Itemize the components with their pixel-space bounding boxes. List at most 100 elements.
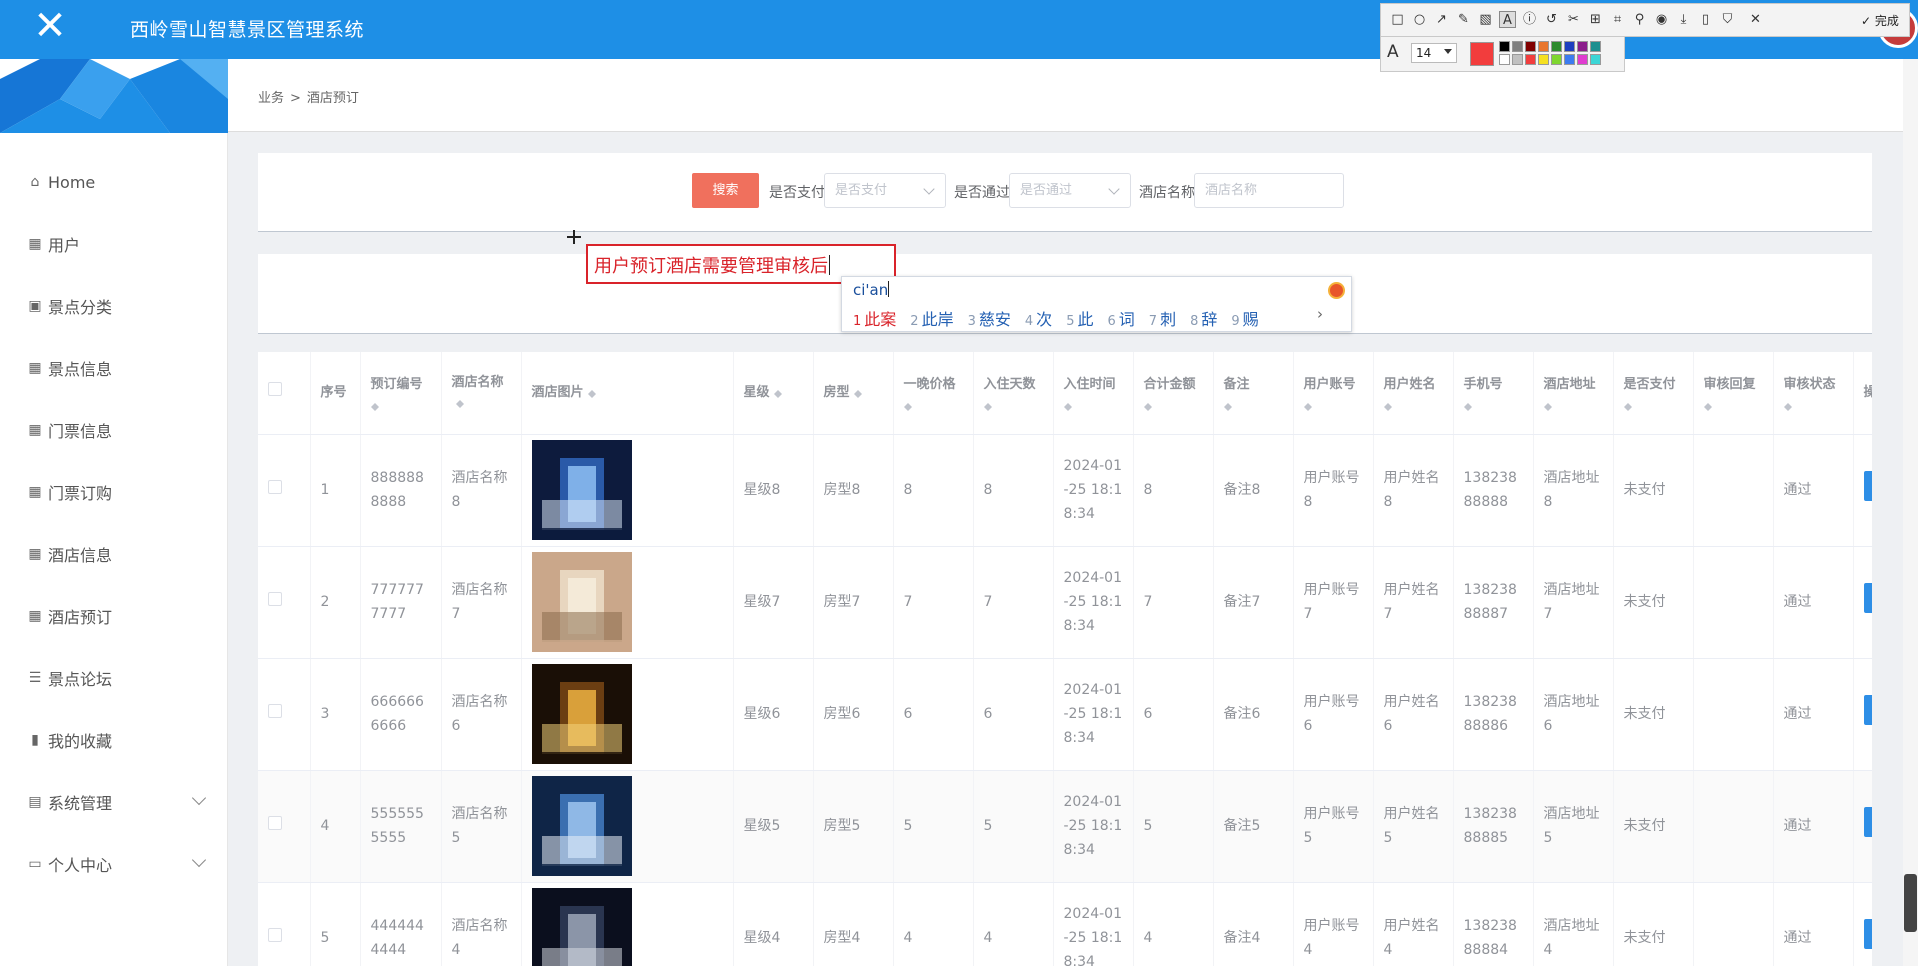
scrollbar-thumb[interactable]: [1904, 874, 1917, 932]
number-icon[interactable]: ⓘ: [1521, 11, 1538, 28]
sidebar-item[interactable]: ▭ 个人中心: [0, 833, 228, 895]
ime-candidate[interactable]: 8辞: [1190, 310, 1217, 329]
column-header[interactable]: 入住天数: [973, 352, 1054, 435]
ime-next-page-icon[interactable]: ›: [1317, 305, 1323, 323]
column-header[interactable]: 手机号: [1453, 352, 1534, 435]
download-icon[interactable]: ⤓: [1675, 11, 1692, 28]
column-header[interactable]: 一晚价格: [893, 352, 974, 435]
ime-candidate[interactable]: 2 此岸: [910, 310, 953, 329]
detail-button[interactable]: [1863, 695, 1872, 725]
sidebar-item[interactable]: ▣ 景点分类: [0, 275, 228, 337]
sidebar-item[interactable]: ▦ 酒店信息: [0, 523, 228, 585]
sort-icon[interactable]: [370, 399, 379, 411]
sidebar-item[interactable]: ▦ 景点信息: [0, 337, 228, 399]
close-icon[interactable]: ✕: [0, 0, 100, 52]
ime-candidate[interactable]: 5此: [1066, 310, 1093, 329]
sort-icon[interactable]: [1783, 399, 1792, 411]
color-swatch[interactable]: [1499, 54, 1510, 65]
column-header[interactable]: 入住时间: [1053, 352, 1134, 435]
color-swatch[interactable]: [1577, 41, 1588, 52]
column-header[interactable]: 合计金额: [1133, 352, 1214, 435]
color-swatch[interactable]: [1512, 41, 1523, 52]
sort-icon[interactable]: [773, 386, 782, 399]
ime-candidate[interactable]: 7刺: [1149, 310, 1176, 329]
row-checkbox[interactable]: [268, 816, 282, 830]
column-header[interactable]: 用户姓名: [1373, 352, 1454, 435]
table-row[interactable]: 1 8888888888 酒店名称8 星级8 房型8 8 8 2024-01-25 18:18…: [258, 434, 1872, 547]
color-swatch[interactable]: [1512, 54, 1523, 65]
ellipse-icon[interactable]: ○: [1411, 11, 1428, 28]
sort-icon[interactable]: [1303, 399, 1312, 411]
sort-icon[interactable]: [1383, 399, 1392, 411]
sort-icon[interactable]: [1063, 399, 1072, 411]
sort-icon[interactable]: [1143, 399, 1152, 411]
color-swatch[interactable]: [1551, 54, 1562, 65]
hotel-image[interactable]: [531, 440, 632, 540]
sidebar-item[interactable]: ▦ 门票订购: [0, 461, 228, 523]
color-swatch[interactable]: [1590, 41, 1601, 52]
ime-candidate[interactable]: 3 慈安: [968, 310, 1011, 329]
row-checkbox[interactable]: [268, 704, 282, 718]
mosaic-icon[interactable]: ▧: [1477, 11, 1494, 28]
hotel-name-input[interactable]: 酒店名称: [1194, 173, 1344, 208]
scissors-icon[interactable]: ✂: [1565, 11, 1582, 28]
column-header[interactable]: 酒店图片: [521, 352, 734, 435]
ime-candidate[interactable]: 4次: [1025, 310, 1052, 329]
record-icon[interactable]: ◉: [1653, 11, 1670, 28]
sidebar-item[interactable]: ▦ 用户: [0, 213, 228, 275]
sidebar-item[interactable]: ▦ 门票信息: [0, 399, 228, 461]
sort-icon[interactable]: [1463, 399, 1472, 411]
column-header[interactable]: 是否支付: [1613, 352, 1694, 435]
sort-icon[interactable]: [1223, 399, 1232, 411]
ime-candidate[interactable]: 9赐: [1231, 310, 1258, 329]
color-swatch[interactable]: [1525, 41, 1536, 52]
row-checkbox[interactable]: [268, 592, 282, 606]
table-row[interactable]: 5 4444444444 酒店名称4 星级4 房型4 4 4 2024-01-25 18:18…: [258, 882, 1872, 966]
sort-icon[interactable]: [1703, 399, 1712, 411]
search-button[interactable]: 搜索: [692, 173, 759, 208]
sort-icon[interactable]: [1543, 399, 1552, 411]
detail-button[interactable]: [1863, 807, 1872, 837]
column-header[interactable]: 用户账号: [1293, 352, 1374, 435]
current-color-swatch[interactable]: [1470, 42, 1494, 66]
arrow-icon[interactable]: ↗: [1433, 11, 1450, 28]
bookmark-icon[interactable]: ⛉: [1719, 11, 1736, 28]
sort-icon[interactable]: [853, 386, 862, 399]
sidebar-item[interactable]: ⌂ Home: [0, 151, 228, 213]
sort-icon[interactable]: [903, 399, 912, 411]
breadcrumb-parent[interactable]: 业务: [258, 91, 284, 106]
passed-filter-select[interactable]: 是否通过: [1009, 173, 1131, 208]
pin-icon[interactable]: ⚲: [1631, 11, 1648, 28]
color-swatch[interactable]: [1499, 41, 1510, 52]
sort-icon[interactable]: [1623, 399, 1632, 411]
font-size-select[interactable]: 14: [1411, 43, 1457, 63]
hotel-image[interactable]: [531, 888, 632, 966]
done-button[interactable]: ✓ 完成: [1861, 12, 1899, 29]
column-header[interactable]: 审核回复: [1693, 352, 1774, 435]
color-swatch[interactable]: [1564, 54, 1575, 65]
ocr-icon[interactable]: ⊞: [1587, 11, 1604, 28]
paid-filter-select[interactable]: 是否支付: [824, 173, 946, 208]
color-swatch[interactable]: [1590, 54, 1601, 65]
table-row[interactable]: 4 5555555555 酒店名称5 星级5 房型5 5 5 2024-01-25 18:18…: [258, 770, 1872, 883]
column-header[interactable]: 星级: [733, 352, 814, 435]
sort-icon[interactable]: [455, 396, 464, 409]
column-header[interactable]: 酒店地址: [1533, 352, 1614, 435]
color-swatch[interactable]: [1525, 54, 1536, 65]
column-header[interactable]: 审核状态: [1773, 352, 1854, 435]
hotel-image[interactable]: [531, 664, 632, 764]
column-header[interactable]: 房型: [813, 352, 894, 435]
sort-icon[interactable]: [983, 399, 992, 411]
hotel-image[interactable]: [531, 552, 632, 652]
column-header[interactable]: 酒店名称: [441, 352, 522, 435]
row-checkbox[interactable]: [268, 928, 282, 942]
sidebar-item[interactable]: ▮ 我的收藏: [0, 709, 228, 771]
chevron-down-icon[interactable]: [191, 852, 207, 868]
chevron-down-icon[interactable]: [191, 790, 207, 806]
screen-capture-icon[interactable]: ⌗: [1609, 11, 1626, 28]
sidebar-item[interactable]: ▤ 系统管理: [0, 771, 228, 833]
color-swatch[interactable]: [1564, 41, 1575, 52]
rectangle-icon[interactable]: □: [1389, 11, 1406, 28]
phone-icon[interactable]: ▯: [1697, 11, 1714, 28]
sidebar-item[interactable]: ☰ 景点论坛: [0, 647, 228, 709]
